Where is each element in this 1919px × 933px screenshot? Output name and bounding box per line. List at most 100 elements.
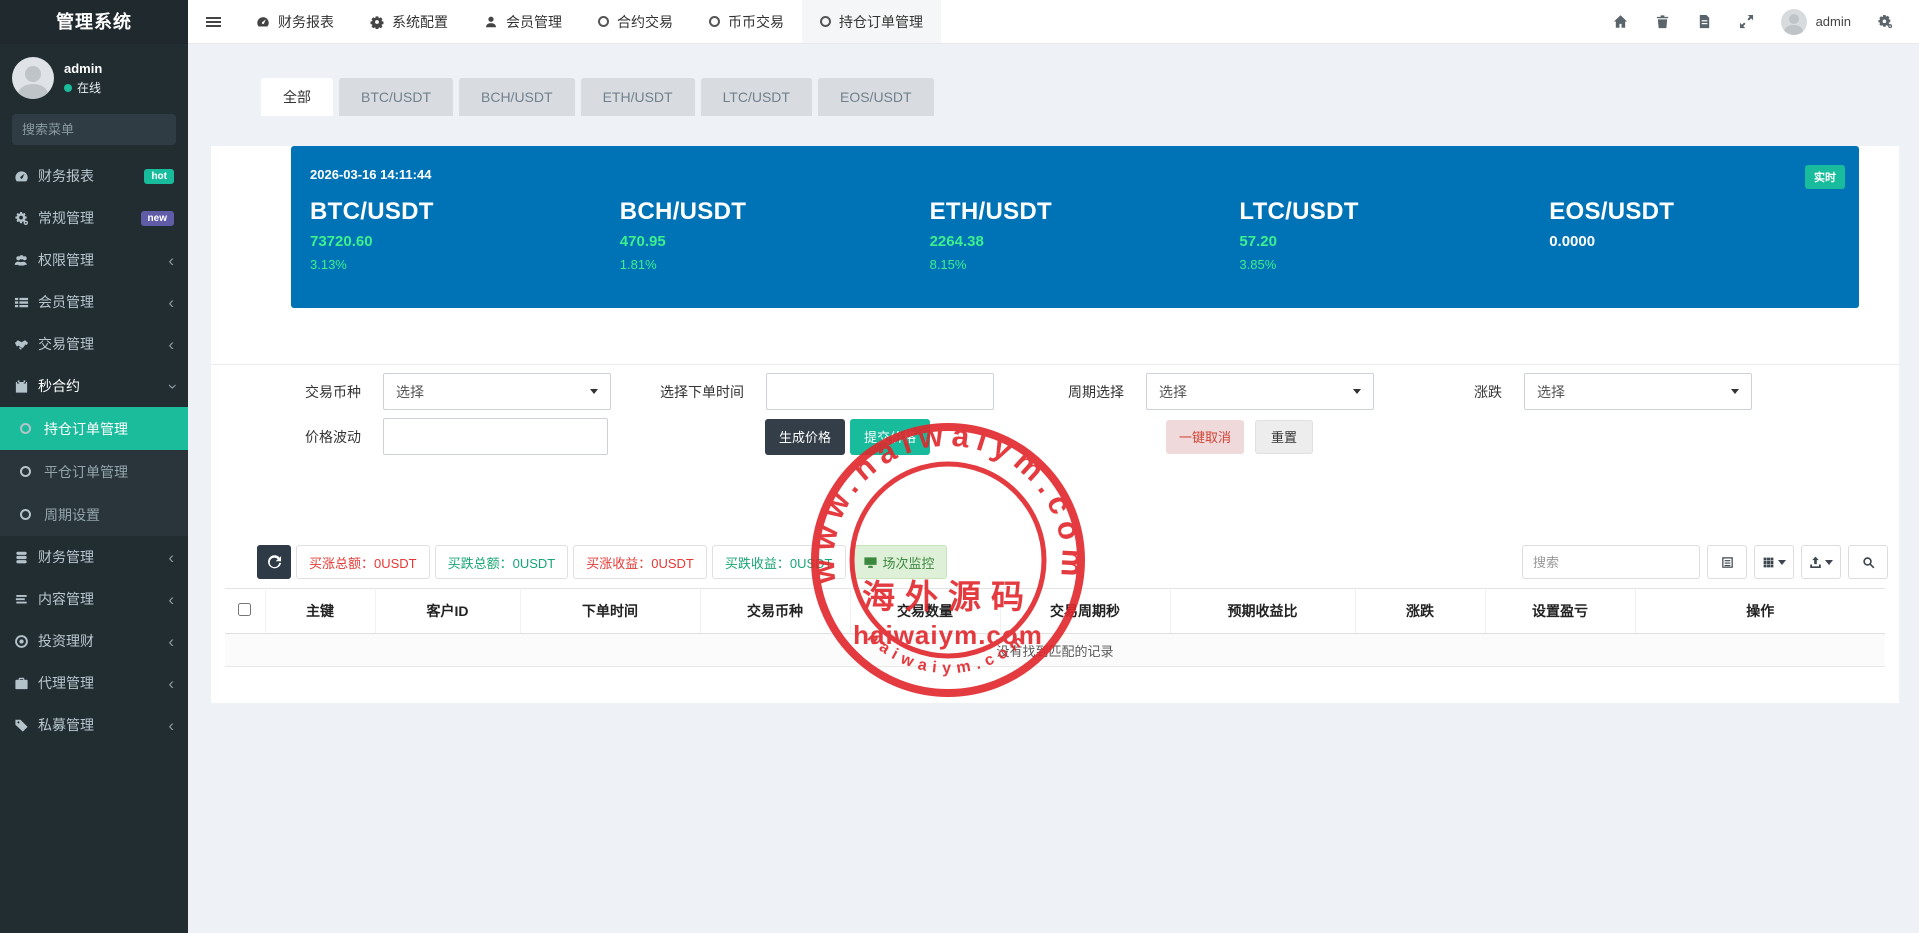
navbar-username: admin (1816, 14, 1851, 29)
price-move-input[interactable] (383, 418, 608, 455)
tab-eth-usdt[interactable]: ETH/USDT (581, 78, 695, 116)
sidebar-item-general[interactable]: 常规管理 new (0, 197, 188, 239)
grid-icon (1762, 556, 1775, 569)
price-move-label: 价格波动 (305, 427, 361, 447)
trash-icon[interactable] (1655, 14, 1670, 29)
chevron-left-icon: ‹ (168, 549, 174, 566)
circle-icon (20, 423, 44, 434)
tab-btc-usdt[interactable]: BTC/USDT (339, 78, 453, 116)
tab-eos-usdt[interactable]: EOS/USDT (818, 78, 934, 116)
sidebar-item-agents[interactable]: 代理管理 ‹ (0, 662, 188, 704)
users-icon (14, 253, 38, 268)
briefcase-icon (14, 676, 38, 691)
tab-bch-usdt[interactable]: BCH/USDT (459, 78, 575, 116)
circle-icon (20, 466, 44, 477)
caret-down-icon (1825, 560, 1833, 565)
sidebar-item-members[interactable]: 会员管理 ‹ (0, 281, 188, 323)
chevron-left-icon: ‹ (168, 336, 174, 353)
ticker-pair-ltc: LTC/USDT 57.20 3.85% (1239, 198, 1549, 272)
select-all-cell (225, 589, 265, 634)
buy-down-total-stat[interactable]: 买跌总额：0USDT (435, 545, 569, 579)
sidebar-item-finance-mgmt[interactable]: 财务管理 ‹ (0, 536, 188, 578)
settings-gears-icon[interactable] (1878, 14, 1893, 29)
sidebar-item-closed-orders[interactable]: 平仓订单管理 (0, 450, 188, 493)
chevron-left-icon: ‹ (168, 717, 174, 734)
chevron-left-icon: ‹ (168, 675, 174, 692)
sidebar-item-content[interactable]: 内容管理 ‹ (0, 578, 188, 620)
nav-tab-contract-trading[interactable]: 合约交易 (580, 0, 691, 43)
tab-all[interactable]: 全部 (261, 78, 333, 116)
calendar-icon (14, 379, 38, 394)
cancel-all-button[interactable]: 一键取消 (1166, 420, 1244, 454)
monitor-icon (863, 555, 878, 570)
ticker-pair-bch: BCH/USDT 470.95 1.81% (620, 198, 930, 272)
nav-tab-members[interactable]: 会员管理 (466, 0, 580, 43)
online-dot-icon (64, 84, 72, 92)
reset-button[interactable]: 重置 (1255, 420, 1313, 454)
price-ticker-banner: 2026-03-16 14:11:44 实时 BTC/USDT 73720.60… (291, 146, 1859, 308)
nav-tab-coin-trading[interactable]: 币币交易 (691, 0, 802, 43)
sidebar-item-seconds-contract[interactable]: 秒合约 ‹ (0, 365, 188, 407)
sidebar-toggle-button[interactable] (188, 0, 238, 43)
select-all-checkbox[interactable] (238, 603, 251, 616)
navbar-actions: admin (1613, 0, 1919, 43)
sidebar-item-private-equity[interactable]: 私募管理 ‹ (0, 704, 188, 746)
circle-icon (598, 16, 609, 27)
chevron-left-icon: ‹ (168, 591, 174, 608)
submenu-seconds-contract: 持仓订单管理 平仓订单管理 周期设置 (0, 407, 188, 536)
caret-down-icon (1731, 389, 1739, 394)
translate-icon[interactable] (1697, 14, 1712, 29)
table-search-input[interactable] (1522, 545, 1700, 579)
refresh-icon (267, 555, 282, 570)
updown-select[interactable]: 选择 (1524, 373, 1752, 410)
sidebar-item-permissions[interactable]: 权限管理 ‹ (0, 239, 188, 281)
handshake-icon (14, 337, 38, 352)
tab-ltc-usdt[interactable]: LTC/USDT (701, 78, 812, 116)
submit-price-button[interactable]: 提交价格 (850, 419, 930, 455)
sidebar-item-finance-report[interactable]: 财务报表 hot (0, 155, 188, 197)
toggle-view-button[interactable] (1707, 545, 1747, 579)
pair-tabs: 全部 BTC/USDT BCH/USDT ETH/USDT LTC/USDT E… (261, 78, 1899, 116)
nav-tab-position-orders[interactable]: 持仓订单管理 (802, 0, 941, 43)
fullscreen-icon[interactable] (1739, 14, 1754, 29)
nav-tab-system-config[interactable]: 系统配置 (352, 0, 466, 43)
columns-button[interactable] (1754, 545, 1794, 579)
export-icon (1809, 556, 1822, 569)
navbar-user-menu[interactable]: admin (1781, 9, 1851, 35)
col-order-time: 下单时间 (520, 589, 700, 634)
period-select[interactable]: 选择 (1146, 373, 1374, 410)
sidebar-item-trading[interactable]: 交易管理 ‹ (0, 323, 188, 365)
buy-up-profit-stat[interactable]: 买涨收益：0USDT (573, 545, 707, 579)
dashboard-icon (14, 169, 38, 184)
buy-up-total-stat[interactable]: 买涨总额：0USDT (296, 545, 430, 579)
sidebar-item-investment[interactable]: 投资理财 ‹ (0, 620, 188, 662)
export-button[interactable] (1801, 545, 1841, 579)
list-icon (14, 295, 38, 310)
chevron-left-icon: ‹ (168, 633, 174, 650)
generate-price-button[interactable]: 生成价格 (765, 419, 845, 455)
sidebar-search-input[interactable] (22, 122, 198, 137)
avatar (12, 57, 54, 99)
empty-state-text: 没有找到匹配的记录 (225, 634, 1885, 667)
realtime-badge: 实时 (1805, 165, 1845, 189)
order-time-input[interactable] (766, 373, 994, 410)
refresh-button[interactable] (257, 545, 291, 579)
coin-select[interactable]: 选择 (383, 373, 611, 410)
sidebar-menu: 财务报表 hot 常规管理 new 权限管理 ‹ 会员管理 ‹ 交易管理 ‹ 秒… (0, 155, 188, 746)
order-time-label: 选择下单时间 (660, 382, 744, 402)
session-monitor-button[interactable]: 场次监控 (851, 545, 947, 579)
caret-down-icon (590, 389, 598, 394)
ticker-pair-eos: EOS/USDT 0.0000 (1549, 198, 1859, 272)
table-search-button[interactable] (1848, 545, 1888, 579)
user-panel: admin 在线 (0, 44, 188, 110)
nav-tab-finance-report[interactable]: 财务报表 (238, 0, 352, 43)
table-toolbar: 买涨总额：0USDT 买跌总额：0USDT 买涨收益：0USDT 买跌收益：0U… (211, 545, 1899, 579)
sidebar-item-period-settings[interactable]: 周期设置 (0, 493, 188, 536)
buy-down-profit-stat[interactable]: 买跌收益：0USDT (712, 545, 846, 579)
col-actions: 操作 (1635, 589, 1885, 634)
col-primary-key: 主键 (265, 589, 375, 634)
sidebar-item-position-orders[interactable]: 持仓订单管理 (0, 407, 188, 450)
sidebar: 管理系统 admin 在线 财务报表 hot 常规管理 new 权限管理 ‹ 会… (0, 0, 188, 933)
home-icon[interactable] (1613, 14, 1628, 29)
user-icon (484, 15, 498, 29)
